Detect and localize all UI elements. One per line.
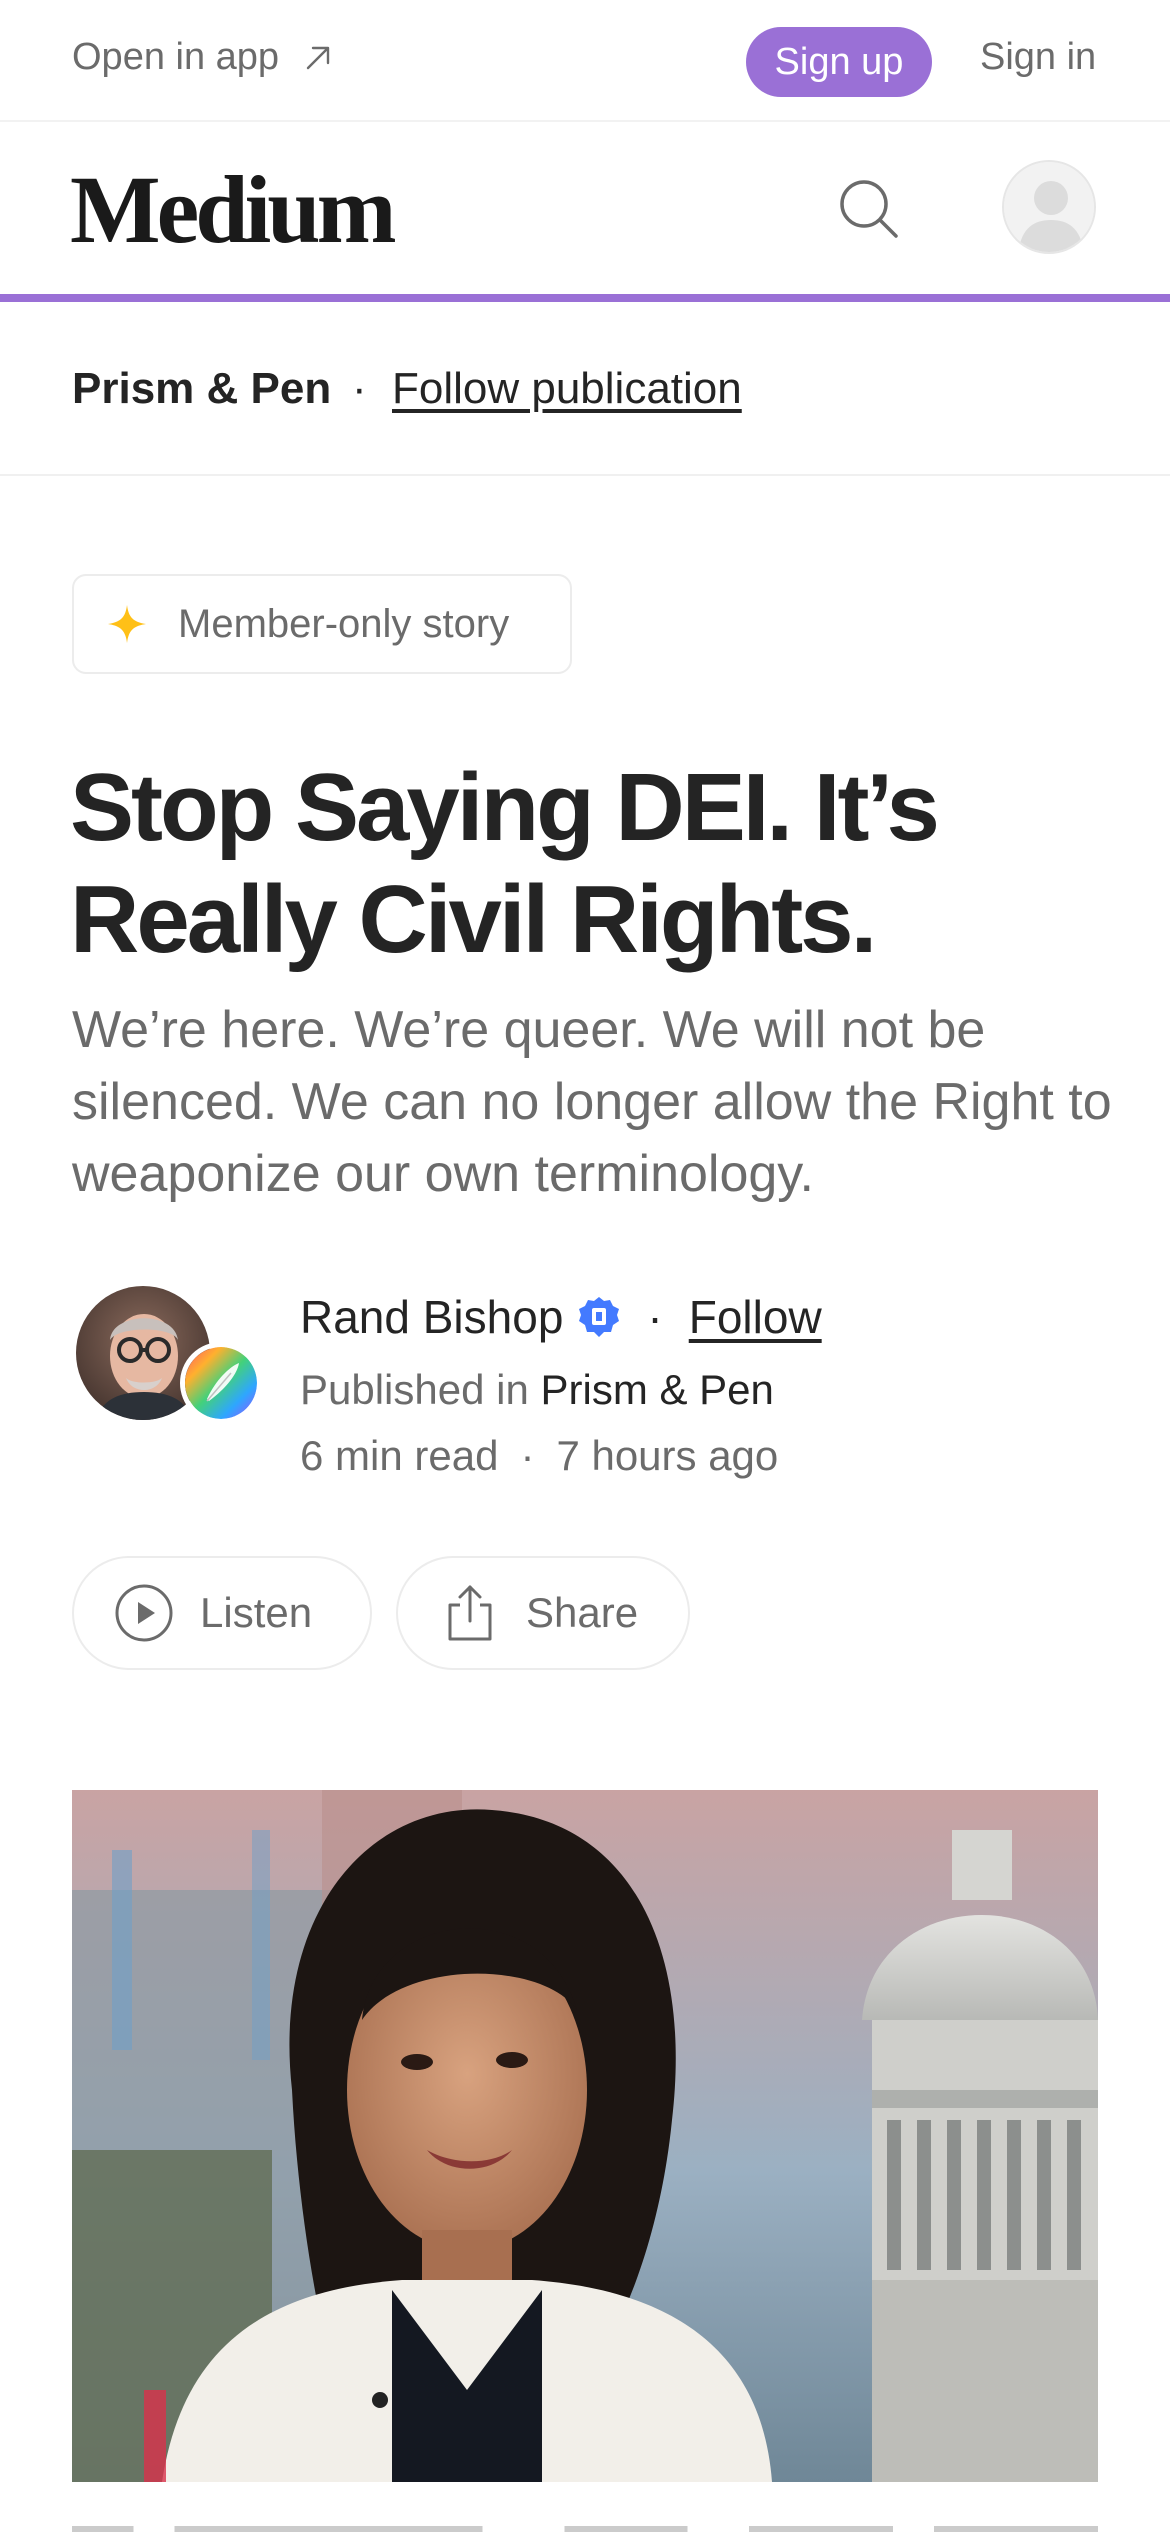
publication-name-link[interactable]: Prism & Pen — [72, 364, 331, 414]
author-line: Rand Bishop · Follow — [300, 1290, 822, 1344]
sign-up-button[interactable]: Sign up — [746, 27, 932, 97]
publish-time: 7 hours ago — [556, 1432, 779, 1479]
hero-photo — [72, 1790, 1098, 2482]
sparkle-star-icon — [108, 605, 146, 643]
member-only-label: Member-only story — [178, 601, 510, 646]
reading-progress-bar — [0, 294, 1170, 302]
article-subtitle: We’re here. We’re queer. We will not be … — [72, 1001, 1112, 1203]
published-in-label: Published in — [300, 1366, 529, 1413]
app-promo-bar: Open in app Sign up Sign in — [0, 0, 1170, 122]
open-in-app-label: Open in app — [72, 36, 280, 78]
member-only-badge: Member-only story — [72, 574, 572, 674]
read-time: 6 min read — [300, 1432, 499, 1479]
publication-avatar[interactable] — [180, 1342, 262, 1424]
sign-in-link[interactable]: Sign in — [980, 36, 1096, 79]
medium-logo[interactable]: Medium — [70, 162, 397, 258]
listen-label: Listen — [200, 1589, 313, 1636]
user-avatar-icon — [1004, 162, 1094, 252]
article-title: Stop Saying DEI. It’s Really Civil Right… — [70, 754, 940, 973]
search-icon[interactable] — [836, 176, 902, 242]
sign-up-label: Sign up — [774, 40, 904, 83]
open-in-app-link[interactable]: Open in app — [72, 36, 333, 79]
publication-bar: Prism & Pen · Follow publication — [0, 302, 1170, 476]
published-in-publication-link[interactable]: Prism & Pen — [541, 1366, 774, 1413]
user-avatar-button[interactable] — [1002, 160, 1096, 254]
share-label: Share — [526, 1589, 639, 1636]
follow-publication-link[interactable]: Follow publication — [392, 364, 742, 414]
article-meta: 6 min read · 7 hours ago — [300, 1432, 778, 1480]
listen-button[interactable]: Listen — [72, 1556, 372, 1670]
separator-dot: · — [352, 364, 367, 413]
separator-dot: · — [647, 1291, 663, 1343]
share-button[interactable]: Share — [396, 1556, 690, 1670]
play-circle-icon — [115, 1584, 173, 1642]
hero-photo-image — [72, 1790, 1098, 2482]
prism-pen-logo-icon — [185, 1347, 257, 1419]
image-caption-peek — [72, 2514, 1098, 2532]
author-name-link[interactable]: Rand Bishop — [300, 1290, 563, 1344]
follow-author-link[interactable]: Follow — [689, 1290, 822, 1344]
site-header: Medium — [0, 122, 1170, 294]
published-in-line: Published in Prism & Pen — [300, 1366, 774, 1414]
separator-dot: · — [520, 1432, 535, 1479]
verified-badge-icon — [579, 1297, 620, 1337]
arrow-up-right-icon — [306, 46, 330, 69]
share-icon — [448, 1585, 492, 1641]
